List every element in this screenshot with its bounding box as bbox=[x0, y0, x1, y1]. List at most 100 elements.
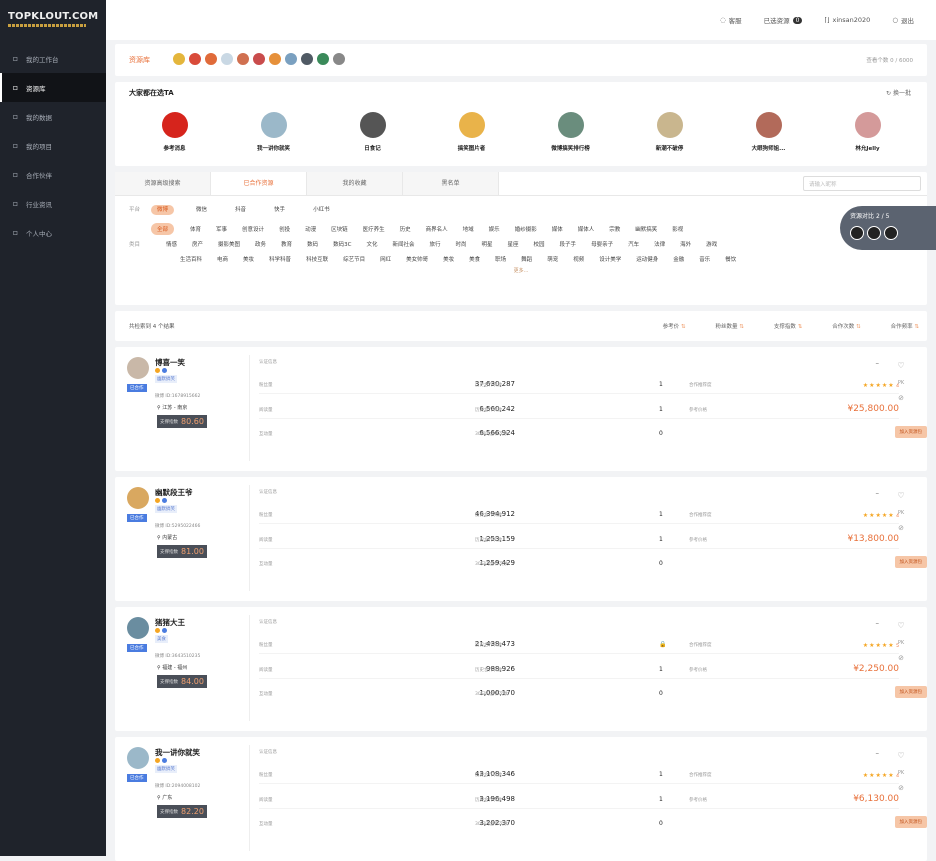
recommend-item[interactable]: 搞笑图片者 bbox=[427, 112, 517, 152]
sidebar-item-6[interactable]: ▫ 个人中心 bbox=[0, 218, 106, 247]
category-chip[interactable]: 情感 bbox=[166, 242, 177, 248]
category-chip[interactable]: 美食 bbox=[469, 255, 480, 263]
collapse-icon[interactable]: – bbox=[876, 359, 880, 367]
category-chip[interactable]: 教育 bbox=[281, 242, 292, 248]
category-chip[interactable]: 摄影美图 bbox=[218, 242, 240, 248]
category-chip[interactable]: 文化 bbox=[366, 242, 377, 248]
sort-option[interactable]: 合作次数 ⇅ bbox=[832, 322, 860, 330]
category-chip[interactable]: 萌宠 bbox=[547, 255, 558, 263]
category-chip[interactable]: 媒体人 bbox=[578, 225, 595, 233]
user-menu[interactable]: ⌈⌋ xinsan2020 bbox=[824, 16, 870, 24]
category-chip[interactable]: 段子手 bbox=[560, 242, 577, 248]
selected-avatar[interactable] bbox=[172, 52, 186, 66]
category-chip[interactable]: 全部 bbox=[151, 222, 175, 235]
compare-widget[interactable]: 资源对比 2 / 5 bbox=[840, 206, 936, 250]
platform-chip[interactable]: 微信 bbox=[190, 205, 213, 215]
pk-button[interactable]: PK bbox=[881, 770, 921, 776]
selected-avatar[interactable] bbox=[332, 52, 346, 66]
sidebar-item-1[interactable]: ▫ 资源库 bbox=[0, 73, 106, 102]
category-chip[interactable]: 网红 bbox=[380, 255, 391, 263]
selected-avatar[interactable] bbox=[188, 52, 202, 66]
category-chip[interactable]: 法律 bbox=[654, 242, 665, 248]
sidebar-item-2[interactable]: ▫ 我的数据 bbox=[0, 102, 106, 131]
category-chip[interactable]: 军事 bbox=[216, 225, 227, 233]
heart-icon[interactable]: ♡ bbox=[881, 751, 921, 760]
heart-icon[interactable]: ♡ bbox=[881, 621, 921, 630]
category-chip[interactable]: 舞蹈 bbox=[521, 255, 532, 263]
category-chip[interactable]: 娱乐 bbox=[489, 225, 500, 233]
category-chip[interactable]: 汽车 bbox=[628, 242, 639, 248]
category-chip[interactable]: 综艺节目 bbox=[343, 255, 365, 263]
avatar[interactable] bbox=[127, 487, 149, 509]
add-to-package-button[interactable]: 加入资源包 bbox=[894, 556, 927, 568]
add-to-package-button[interactable]: 加入资源包 bbox=[894, 686, 927, 698]
sort-option[interactable]: 合作频率 ⇅ bbox=[891, 322, 919, 330]
more-categories[interactable]: 更多... bbox=[115, 267, 927, 274]
avatar[interactable] bbox=[127, 747, 149, 769]
tab-3[interactable]: 黑名单 bbox=[403, 172, 499, 195]
recommend-item[interactable]: 我一讲你就笑 bbox=[229, 112, 319, 152]
platform-chip[interactable]: 快手 bbox=[268, 205, 291, 215]
category-chip[interactable]: 电商 bbox=[217, 255, 228, 263]
category-chip[interactable]: 数码3C bbox=[333, 242, 351, 248]
recommend-item[interactable]: 新潮不破停 bbox=[625, 112, 715, 152]
category-chip[interactable]: 幽默搞笑 bbox=[635, 225, 657, 233]
category-chip[interactable]: 游戏 bbox=[706, 242, 717, 248]
sort-option[interactable]: 支撑指数 ⇅ bbox=[774, 322, 802, 330]
category-chip[interactable]: 科技互联 bbox=[306, 255, 328, 263]
selected-avatar[interactable] bbox=[268, 52, 282, 66]
category-chip[interactable]: 美女帅哥 bbox=[406, 255, 428, 263]
pk-button[interactable]: PK bbox=[881, 380, 921, 386]
logo[interactable]: TOPKLOUT.COM bbox=[0, 0, 106, 44]
swap-button[interactable]: ↻ 换一批 bbox=[886, 88, 911, 97]
sidebar-item-5[interactable]: ▫ 行业资讯 bbox=[0, 189, 106, 218]
category-chip[interactable]: 婚纱摄影 bbox=[515, 225, 537, 233]
block-icon[interactable]: ⊘ bbox=[881, 524, 921, 532]
category-chip[interactable]: 职场 bbox=[495, 255, 506, 263]
category-chip[interactable]: 医疗养生 bbox=[363, 225, 385, 233]
category-chip[interactable]: 海外 bbox=[680, 242, 691, 248]
category-chip[interactable]: 影视 bbox=[672, 225, 683, 233]
influencer-name[interactable]: 猪猪大王 bbox=[155, 617, 185, 628]
selected-avatar[interactable] bbox=[252, 52, 266, 66]
recommend-item[interactable]: 参考消息 bbox=[130, 112, 220, 152]
selected-avatar[interactable] bbox=[220, 52, 234, 66]
category-chip[interactable]: 时尚 bbox=[455, 242, 466, 248]
category-chip[interactable]: 新闻社会 bbox=[392, 242, 414, 248]
category-chip[interactable]: 明星 bbox=[482, 242, 493, 248]
platform-chip[interactable]: 抖音 bbox=[229, 205, 252, 215]
platform-chip[interactable]: 微博 bbox=[151, 204, 175, 215]
category-chip[interactable]: 创投 bbox=[279, 225, 290, 233]
category-chip[interactable]: 校园 bbox=[534, 242, 545, 248]
category-chip[interactable]: 金融 bbox=[673, 255, 684, 263]
heart-icon[interactable]: ♡ bbox=[881, 491, 921, 500]
tab-1[interactable]: 已合作资源 bbox=[211, 172, 307, 195]
influencer-name[interactable]: 博喜一笑 bbox=[155, 357, 185, 368]
category-chip[interactable]: 地域 bbox=[463, 225, 474, 233]
heart-icon[interactable]: ♡ bbox=[881, 361, 921, 370]
category-chip[interactable]: 科学科普 bbox=[269, 255, 291, 263]
category-chip[interactable]: 历史 bbox=[400, 225, 411, 233]
tab-0[interactable]: 资源高级搜索 bbox=[115, 172, 211, 195]
category-chip[interactable]: 创意设计 bbox=[242, 225, 264, 233]
sort-option[interactable]: 参考价 ⇅ bbox=[663, 322, 686, 330]
platform-chip[interactable]: 小红书 bbox=[307, 205, 336, 215]
collapse-icon[interactable]: – bbox=[876, 489, 880, 497]
category-chip[interactable]: 数码 bbox=[307, 242, 318, 248]
avatar[interactable] bbox=[127, 357, 149, 379]
selected-resources[interactable]: 已选资源 0 bbox=[764, 15, 803, 25]
category-chip[interactable]: 视频 bbox=[573, 255, 584, 263]
avatar[interactable] bbox=[127, 617, 149, 639]
category-chip[interactable]: 生活百科 bbox=[180, 255, 202, 263]
block-icon[interactable]: ⊘ bbox=[881, 394, 921, 402]
category-chip[interactable]: 区块链 bbox=[331, 225, 348, 233]
pk-button[interactable]: PK bbox=[881, 640, 921, 646]
category-chip[interactable]: 房产 bbox=[192, 242, 203, 248]
sidebar-item-4[interactable]: ▫ 合作伙伴 bbox=[0, 160, 106, 189]
influencer-name[interactable]: 幽默段王爷 bbox=[155, 487, 193, 498]
category-chip[interactable]: 音乐 bbox=[699, 255, 710, 263]
category-chip[interactable]: 宗教 bbox=[609, 225, 620, 233]
recommend-item[interactable]: 微博搞笑排行榜 bbox=[526, 112, 616, 152]
category-chip[interactable]: 体育 bbox=[190, 225, 201, 233]
add-to-package-button[interactable]: 加入资源包 bbox=[894, 426, 927, 438]
